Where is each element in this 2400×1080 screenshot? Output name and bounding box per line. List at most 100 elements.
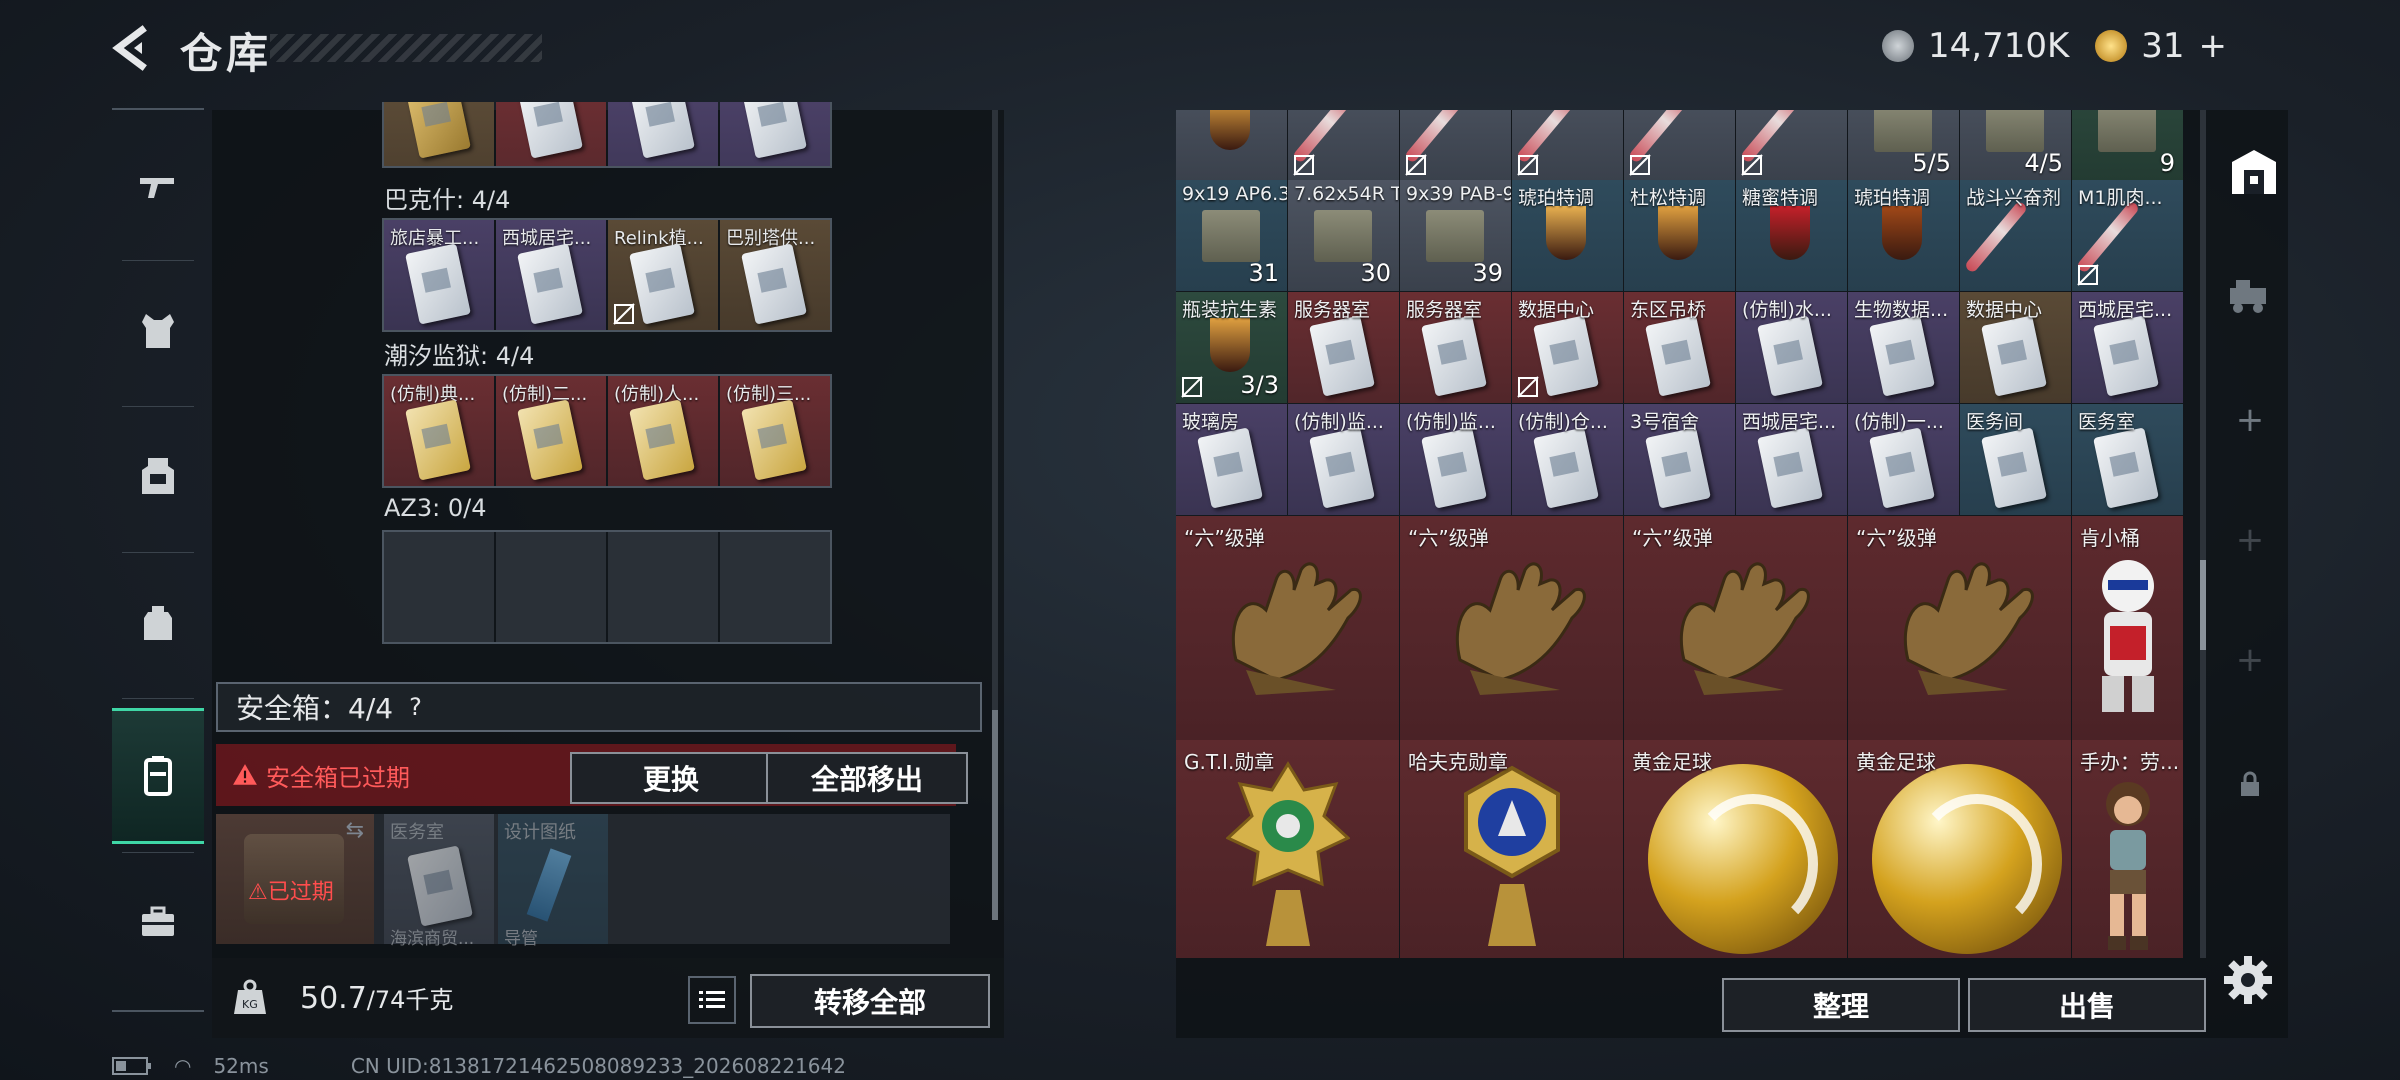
page-title: 仓库 bbox=[180, 29, 273, 78]
inventory-item[interactable]: 9x39 PAB-9 39 bbox=[1400, 180, 1511, 291]
inventory-item[interactable]: 3号宿舍 bbox=[1624, 404, 1735, 515]
safe-slot-item[interactable]: 设计图纸 导管 bbox=[498, 814, 608, 949]
sell-button[interactable]: 出售 bbox=[1968, 978, 2206, 1032]
empty-slot[interactable] bbox=[608, 532, 718, 642]
collectible-item[interactable]: 哈夫克勋章 bbox=[1400, 740, 1623, 958]
warehouse-scrollbar[interactable] bbox=[2200, 110, 2206, 958]
inventory-item[interactable]: (仿制)监... bbox=[1288, 404, 1399, 515]
inventory-item[interactable]: 琥珀特调 bbox=[1848, 180, 1959, 291]
collectible-item[interactable]: “六”级弹 bbox=[1848, 516, 2071, 740]
nav-vest[interactable] bbox=[112, 270, 204, 390]
collectible-item[interactable]: 黄金足球 bbox=[1624, 740, 1847, 958]
safe-slot-item[interactable]: 医务室 海滨商贸... bbox=[384, 814, 494, 949]
inventory-item[interactable] bbox=[1624, 110, 1735, 181]
collectible-item[interactable]: “六”级弹 bbox=[1400, 516, 1623, 740]
add-coins-button[interactable]: + bbox=[2199, 26, 2228, 66]
inventory-item[interactable]: 生物数据... bbox=[1848, 292, 1959, 403]
vehicle-tab[interactable] bbox=[2226, 270, 2274, 318]
inventory-item[interactable]: 4/5 bbox=[1960, 110, 2071, 181]
empty-slot[interactable] bbox=[496, 532, 606, 642]
add-storage-button[interactable]: + bbox=[2226, 396, 2274, 444]
collectible-item[interactable]: “六”级弹 bbox=[1624, 516, 1847, 740]
nav-rig[interactable] bbox=[112, 416, 204, 536]
help-icon[interactable]: ? bbox=[409, 693, 422, 721]
inventory-item[interactable]: 数据中心 bbox=[1960, 292, 2071, 403]
item-label: 数据中心 bbox=[1966, 299, 2043, 321]
keycard-item[interactable]: 旅店暴工... bbox=[384, 220, 494, 330]
collectible-item[interactable]: G.T.I.勋章 bbox=[1176, 740, 1399, 958]
empty-slot[interactable] bbox=[384, 532, 494, 642]
inventory-item[interactable] bbox=[1400, 110, 1511, 181]
collectible-item[interactable]: 黄金足球 bbox=[1848, 740, 2071, 958]
nav-gun[interactable] bbox=[112, 126, 204, 246]
storage-tab[interactable] bbox=[2226, 144, 2282, 200]
inventory-item[interactable]: 西城居宅... bbox=[2072, 292, 2183, 403]
inventory-item[interactable]: (仿制)监... bbox=[1400, 404, 1511, 515]
warehouse-scrollbar-thumb[interactable] bbox=[2200, 560, 2206, 650]
grid-cell[interactable] bbox=[608, 102, 718, 166]
replace-button[interactable]: 更换 bbox=[570, 752, 772, 804]
add-storage-button[interactable]: + bbox=[2226, 516, 2274, 564]
inventory-item[interactable]: 服务器室 bbox=[1400, 292, 1511, 403]
nav-briefcase[interactable] bbox=[112, 862, 204, 982]
inventory-item[interactable]: 玻璃房 bbox=[1176, 404, 1287, 515]
inventory-item[interactable]: 7.62x54R T46M 30 bbox=[1288, 180, 1399, 291]
inventory-item[interactable]: (仿制)一... bbox=[1848, 404, 1959, 515]
back-arrow-icon[interactable] bbox=[108, 24, 156, 72]
left-scrollbar-thumb[interactable] bbox=[992, 710, 998, 920]
grid-cell[interactable] bbox=[384, 102, 494, 166]
keycard-item[interactable]: Relink植... bbox=[608, 220, 718, 330]
list-view-button[interactable] bbox=[688, 976, 736, 1024]
nav-safe-case[interactable] bbox=[112, 708, 204, 844]
inventory-item[interactable]: 战斗兴奋剂 bbox=[1960, 180, 2071, 291]
inventory-item[interactable]: 5/5 bbox=[1848, 110, 1959, 181]
inventory-item[interactable]: 琥珀特调 bbox=[1512, 180, 1623, 291]
inventory-item[interactable]: V-Max9 bbox=[2072, 110, 2183, 181]
inventory-item[interactable] bbox=[1288, 110, 1399, 181]
empty-slot[interactable] bbox=[720, 532, 830, 642]
wifi-icon: ◠ bbox=[174, 1054, 192, 1078]
inventory-item[interactable]: 杜松特调 bbox=[1624, 180, 1735, 291]
transfer-all-button[interactable]: 转移全部 bbox=[750, 974, 990, 1028]
inventory-item[interactable]: 糖蜜特调 bbox=[1736, 180, 1847, 291]
inventory-item[interactable]: 医务室 bbox=[2072, 404, 2183, 515]
item-label: 杜松特调 bbox=[1630, 187, 1707, 209]
item-count: 3/3 bbox=[1240, 371, 1279, 399]
inventory-item[interactable]: M1肌肉... bbox=[2072, 180, 2183, 291]
grid-cell[interactable] bbox=[720, 102, 830, 166]
inventory-item[interactable]: (仿制)水... bbox=[1736, 292, 1847, 403]
inventory-item[interactable]: 9x19 AP6.3 31 bbox=[1176, 180, 1287, 291]
collectible-item[interactable]: 手办：劳... bbox=[2072, 740, 2183, 958]
inventory-item[interactable]: 服务器室 bbox=[1288, 292, 1399, 403]
keycard-item[interactable]: (仿制)二... bbox=[496, 376, 606, 486]
remove-all-button[interactable]: 全部移出 bbox=[766, 752, 968, 804]
sort-button[interactable]: 整理 bbox=[1722, 978, 1960, 1032]
inventory-item[interactable]: 数据中心 bbox=[1512, 292, 1623, 403]
inventory-item[interactable]: 医务间 bbox=[1960, 404, 2071, 515]
keycard-item[interactable]: (仿制)三... bbox=[720, 376, 830, 486]
collectible-item[interactable]: “六”级弹 bbox=[1176, 516, 1399, 740]
keycard-image bbox=[1869, 315, 1935, 397]
grid-cell[interactable] bbox=[496, 102, 606, 166]
keycard-item[interactable]: (仿制)典... bbox=[384, 376, 494, 486]
locked-storage[interactable] bbox=[2226, 760, 2274, 808]
keycard-image bbox=[1197, 427, 1263, 509]
collectible-item[interactable]: 肯小桶 bbox=[2072, 516, 2183, 740]
add-storage-button[interactable]: + bbox=[2226, 636, 2274, 684]
inventory-item[interactable]: 瓶装抗生素 3/3 bbox=[1176, 292, 1287, 403]
inventory-item[interactable]: (仿制)仓... bbox=[1512, 404, 1623, 515]
keycard-item[interactable]: 西城居宅... bbox=[496, 220, 606, 330]
keycard-image bbox=[405, 243, 471, 325]
vehicle-icon bbox=[2230, 280, 2266, 313]
inventory-item[interactable] bbox=[1176, 110, 1287, 181]
safe-case-item[interactable]: ⚠已过期 ⇆ bbox=[216, 814, 374, 944]
inventory-item[interactable]: 东区吊桥 bbox=[1624, 292, 1735, 403]
inventory-item[interactable] bbox=[1736, 110, 1847, 181]
inventory-item[interactable]: 西城居宅... bbox=[1736, 404, 1847, 515]
item-label: G.T.I.勋章 bbox=[1184, 750, 1275, 774]
keycard-item[interactable]: (仿制)人... bbox=[608, 376, 718, 486]
settings-gear-icon[interactable] bbox=[2222, 954, 2274, 1006]
inventory-item[interactable] bbox=[1512, 110, 1623, 181]
keycard-item[interactable]: 巴别塔供... bbox=[720, 220, 830, 330]
nav-backpack[interactable] bbox=[112, 562, 204, 682]
